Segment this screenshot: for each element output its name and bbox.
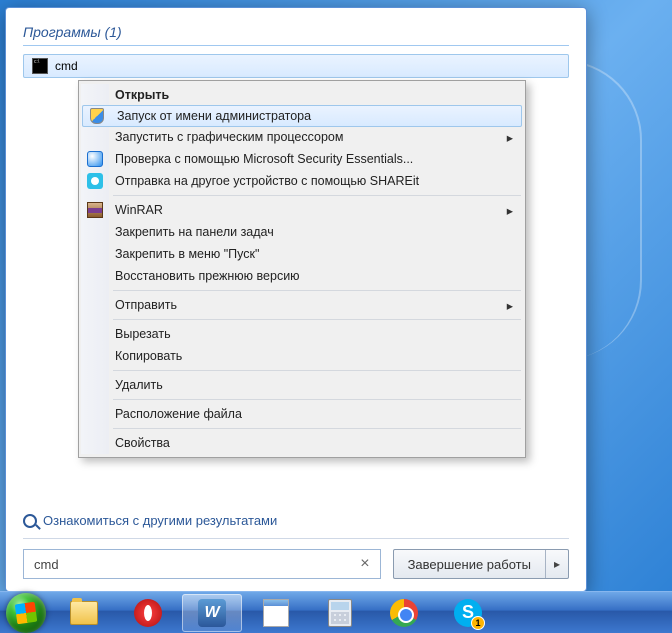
menu-separator xyxy=(113,428,521,429)
taskbar-explorer[interactable] xyxy=(54,594,114,632)
chevron-right-icon: ▸ xyxy=(507,298,513,313)
programs-header: Программы (1) xyxy=(23,22,569,43)
menu-separator xyxy=(113,399,521,400)
shutdown-options-arrow[interactable]: ▸ xyxy=(545,550,568,578)
menu-run-with-gpu[interactable]: Запустить с графическим процессором ▸ xyxy=(81,126,523,148)
taskbar-calculator[interactable] xyxy=(310,594,370,632)
chrome-icon xyxy=(390,599,418,627)
menu-separator xyxy=(113,370,521,371)
menu-cut[interactable]: Вырезать xyxy=(81,323,523,345)
explorer-icon xyxy=(70,601,98,625)
notification-badge: 1 xyxy=(471,616,485,630)
winrar-icon xyxy=(86,201,104,219)
chevron-right-icon: ▸ xyxy=(507,130,513,145)
taskbar: W S 1 xyxy=(0,591,672,633)
menu-separator xyxy=(113,319,521,320)
menu-winrar[interactable]: WinRAR ▸ xyxy=(81,199,523,221)
clear-search-button[interactable]: × xyxy=(356,555,373,573)
skype-icon: S 1 xyxy=(454,599,482,627)
taskbar-word[interactable]: W xyxy=(182,594,242,632)
shareit-icon xyxy=(86,172,104,190)
word-icon: W xyxy=(198,599,226,627)
calculator-icon xyxy=(328,599,352,627)
cmd-icon xyxy=(32,58,48,74)
menu-file-location[interactable]: Расположение файла xyxy=(81,403,523,425)
menu-copy[interactable]: Копировать xyxy=(81,345,523,367)
search-result-label: cmd xyxy=(55,59,78,73)
see-more-results-link[interactable]: Ознакомиться с другими результатами xyxy=(23,507,569,534)
divider xyxy=(23,538,569,539)
shield-icon xyxy=(88,107,106,125)
start-button[interactable] xyxy=(6,593,46,633)
menu-separator xyxy=(113,195,521,196)
menu-properties[interactable]: Свойства xyxy=(81,432,523,454)
shutdown-button[interactable]: Завершение работы xyxy=(394,550,545,578)
taskbar-skype[interactable]: S 1 xyxy=(438,594,498,632)
menu-mse-scan[interactable]: Проверка с помощью Microsoft Security Es… xyxy=(81,148,523,170)
start-search-box[interactable]: × xyxy=(23,549,381,579)
search-result-cmd[interactable]: cmd xyxy=(23,54,569,78)
menu-delete[interactable]: Удалить xyxy=(81,374,523,396)
menu-run-as-admin[interactable]: Запуск от имени администратора xyxy=(82,105,522,127)
notepad-icon xyxy=(263,599,289,627)
menu-open[interactable]: Открыть xyxy=(81,84,523,106)
see-more-results-label: Ознакомиться с другими результатами xyxy=(43,513,277,528)
chevron-right-icon: ▸ xyxy=(507,203,513,218)
taskbar-opera[interactable] xyxy=(118,594,178,632)
shutdown-split-button: Завершение работы ▸ xyxy=(393,549,569,579)
opera-icon xyxy=(134,599,162,627)
menu-restore-previous[interactable]: Восстановить прежнюю версию xyxy=(81,265,523,287)
menu-separator xyxy=(113,290,521,291)
mse-icon xyxy=(86,150,104,168)
divider xyxy=(23,45,569,46)
menu-send-to[interactable]: Отправить ▸ xyxy=(81,294,523,316)
menu-shareit[interactable]: Отправка на другое устройство с помощью … xyxy=(81,170,523,192)
taskbar-notepad[interactable] xyxy=(246,594,306,632)
search-input[interactable] xyxy=(34,557,356,572)
menu-pin-taskbar[interactable]: Закрепить на панели задач xyxy=(81,221,523,243)
search-icon xyxy=(23,514,37,528)
menu-pin-start[interactable]: Закрепить в меню "Пуск" xyxy=(81,243,523,265)
context-menu: Открыть Запуск от имени администратора З… xyxy=(78,80,526,458)
taskbar-chrome[interactable] xyxy=(374,594,434,632)
